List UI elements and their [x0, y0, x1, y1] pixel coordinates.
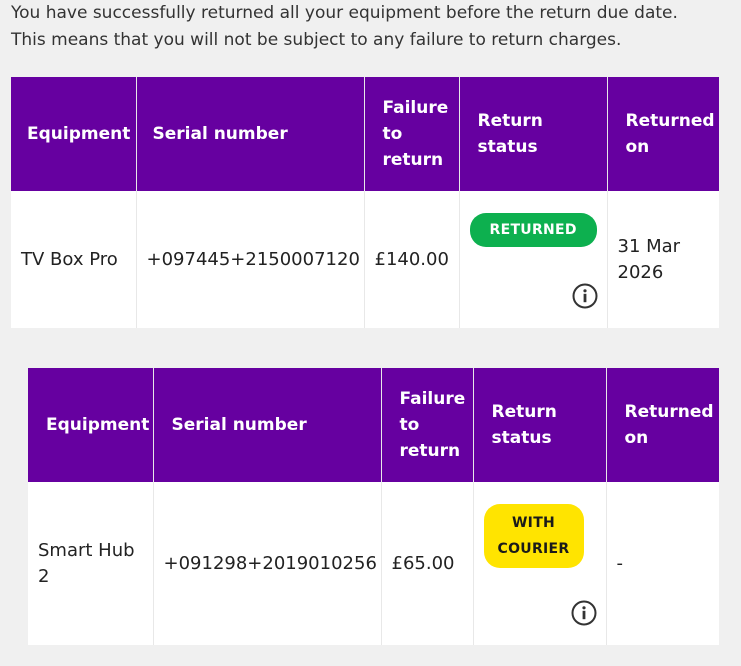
cell-returned-on: -	[616, 552, 624, 574]
intro-line-1: You have successfully returned all your …	[11, 3, 678, 23]
equipment-table-1: Equipment Serial number Failure to retur…	[11, 77, 719, 328]
header-return-status: Return status	[473, 368, 607, 482]
table-row: Smart Hub 2 +091298+2019010256 £65.00 WI…	[28, 482, 719, 645]
cell-serial-number: +091298+2019010256	[153, 482, 382, 645]
cell-return-status: WITH COURIER	[473, 482, 607, 645]
header-returned-on: Returned on	[607, 77, 719, 191]
cell-returned-on: 31 Mar 2026	[617, 235, 681, 283]
header-failure-to-return: Failure to return	[381, 368, 474, 482]
intro-line-2: This means that you will not be subject …	[11, 30, 622, 50]
info-circle-icon[interactable]	[571, 600, 597, 626]
header-return-status: Return status	[459, 77, 608, 191]
cell-failure-charge: £140.00	[364, 191, 460, 328]
status-badge-with-courier: WITH COURIER	[483, 504, 584, 568]
table-header-row: Equipment Serial number Failure to retur…	[11, 77, 719, 191]
cell-equipment: TV Box Pro	[11, 191, 137, 328]
header-equipment: Equipment	[28, 368, 154, 482]
cell-failure-charge: £65.00	[381, 482, 474, 645]
header-returned-on: Returned on	[606, 368, 719, 482]
info-circle-icon[interactable]	[572, 283, 598, 309]
cell-equipment: Smart Hub 2	[28, 482, 154, 645]
equipment-table-2: Equipment Serial number Failure to retur…	[28, 368, 719, 645]
header-serial-number: Serial number	[136, 77, 365, 191]
table-header-row: Equipment Serial number Failure to retur…	[28, 368, 719, 482]
intro-message: You have successfully returned all your …	[11, 0, 736, 54]
cell-serial-number: +097445+2150007120	[136, 191, 365, 328]
status-badge-returned: RETURNED	[469, 213, 597, 247]
cell-return-status: RETURNED	[459, 191, 608, 328]
header-failure-to-return: Failure to return	[364, 77, 460, 191]
header-equipment: Equipment	[11, 77, 137, 191]
table-row: TV Box Pro +097445+2150007120 £140.00 RE…	[11, 191, 719, 328]
header-serial-number: Serial number	[153, 368, 382, 482]
